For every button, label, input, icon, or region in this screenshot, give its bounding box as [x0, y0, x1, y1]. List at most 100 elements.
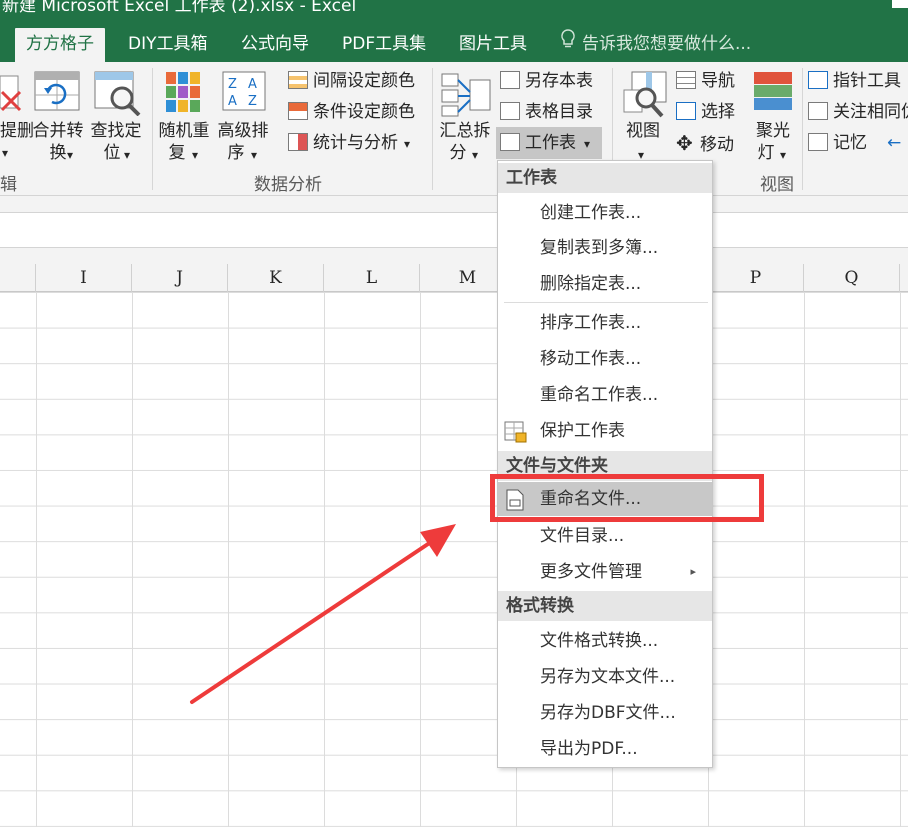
column-header-j[interactable]: J	[132, 264, 228, 292]
window-control[interactable]	[892, 0, 908, 8]
menu-item-move-sheets[interactable]: 移动工作表...	[498, 342, 712, 376]
group-divider	[432, 68, 433, 190]
formula-bar[interactable]	[0, 212, 908, 248]
tab-pdf-tools[interactable]: PDF工具集	[331, 28, 437, 62]
nav-grid-icon	[676, 71, 696, 89]
menu-item-format-convert[interactable]: 文件格式转换...	[498, 624, 712, 658]
menu-item-create-sheet[interactable]: 创建工作表...	[498, 196, 712, 230]
delete-button[interactable]: 提删	[0, 120, 34, 142]
chevron-down-icon: ▾	[404, 137, 411, 151]
worksheet-icon	[500, 133, 520, 151]
move-button[interactable]: ✥ 移动	[676, 132, 734, 156]
menu-item-delete-sheets[interactable]: 删除指定表...	[498, 267, 712, 301]
find-locate-label-2[interactable]: 位	[100, 142, 124, 164]
stats-analysis-button[interactable]: 统计与分析 ▾	[288, 132, 410, 155]
memory-button[interactable]: 记忆 ←	[808, 132, 901, 154]
summary-split-label-2[interactable]: 分	[446, 142, 470, 164]
move-arrows-icon: ✥	[676, 131, 693, 155]
chevron-down-icon[interactable]: ▾	[192, 144, 198, 166]
select-button[interactable]: 选择	[676, 101, 735, 123]
pointer-tool-label: 指针工具	[833, 71, 901, 91]
worksheet-button[interactable]: 工作表 ▾	[496, 127, 602, 159]
protect-sheet-label: 保护工作表	[540, 421, 625, 441]
menu-item-file-index[interactable]: 文件目录...	[498, 519, 712, 553]
group-divider	[802, 68, 803, 190]
chevron-down-icon[interactable]: ▾	[124, 144, 130, 166]
chevron-down-icon[interactable]: ▾	[67, 144, 73, 166]
table-index-icon	[500, 102, 520, 120]
data-group-label: 数据分析	[254, 175, 322, 195]
nav-button[interactable]: 导航	[676, 70, 735, 92]
cond-color-label: 条件设定颜色	[313, 102, 415, 122]
column-header-p[interactable]: P	[708, 264, 804, 292]
memory-label: 记忆	[833, 133, 867, 153]
related-button[interactable]: 关注相同仇	[808, 101, 908, 123]
interval-color-label: 间隔设定颜色	[313, 71, 415, 91]
spotlight-icon	[754, 72, 792, 110]
find-locate-label-1[interactable]: 查找定	[88, 120, 144, 142]
worksheet-grid[interactable]	[0, 292, 908, 827]
menu-item-copy-to-books[interactable]: 复制表到多簿...	[498, 231, 712, 265]
edit-group-label: 辑	[0, 175, 17, 195]
related-icon	[808, 102, 828, 120]
menu-section-worksheet: 工作表	[498, 163, 712, 193]
select-label: 选择	[701, 102, 735, 122]
menu-item-more-file-mgmt[interactable]: 更多文件管理 ▸	[498, 555, 712, 589]
menu-item-save-as-text[interactable]: 另存为文本文件...	[498, 660, 712, 694]
column-header-partial[interactable]	[0, 264, 36, 292]
tell-me-text: 告诉我您想要做什么...	[582, 34, 752, 54]
column-header-i[interactable]: I	[36, 264, 132, 292]
merge-convert-icon	[34, 71, 80, 111]
menu-item-save-as-dbf[interactable]: 另存为DBF文件...	[498, 696, 712, 730]
chevron-down-icon: ▾	[584, 137, 591, 151]
random-repeat-label-1[interactable]: 随机重	[156, 120, 212, 142]
title-bar: 新建 Microsoft Excel 工作表 (2).xlsx - Excel	[0, 0, 908, 22]
random-repeat-label-2[interactable]: 复	[165, 142, 189, 164]
view-button[interactable]: 视图	[620, 120, 666, 142]
save-as-sheet-button[interactable]: 另存本表	[500, 70, 593, 92]
select-cursor-icon	[676, 102, 696, 120]
related-label: 关注相同仇	[833, 102, 908, 122]
arrow-left-icon[interactable]: ←	[887, 133, 901, 153]
formula-gap	[0, 248, 908, 264]
advanced-sort-label-2[interactable]: 序	[224, 142, 248, 164]
menu-item-sort-sheets[interactable]: 排序工作表...	[498, 306, 712, 340]
spotlight-label-1[interactable]: 聚光	[750, 120, 796, 142]
advanced-sort-label-1[interactable]: 高级排	[214, 120, 272, 142]
svg-text:A: A	[248, 77, 257, 92]
chevron-down-icon[interactable]: ▾	[780, 144, 786, 166]
pointer-tool-button[interactable]: 指针工具	[808, 70, 901, 92]
nav-label: 导航	[701, 71, 735, 91]
menu-item-rename-sheets[interactable]: 重命名工作表...	[498, 378, 712, 412]
column-header-q[interactable]: Q	[804, 264, 900, 292]
tab-image-tools[interactable]: 图片工具	[448, 28, 538, 62]
random-repeat-icon	[166, 72, 200, 112]
tab-formula-wizard[interactable]: 公式向导	[230, 28, 320, 62]
cond-color-button[interactable]: 条件设定颜色	[288, 101, 415, 123]
menu-item-protect-sheet[interactable]: 保护工作表	[498, 414, 712, 448]
lightbulb-icon	[560, 28, 582, 60]
tab-diy-toolbox[interactable]: DIY工具箱	[117, 28, 219, 62]
group-divider	[152, 68, 153, 190]
cond-color-icon	[288, 102, 308, 120]
table-index-button[interactable]: 表格目录	[500, 101, 593, 123]
column-header-k[interactable]: K	[228, 264, 324, 292]
pointer-icon	[808, 71, 828, 89]
summary-split-label-1[interactable]: 汇总拆	[436, 120, 494, 142]
interval-color-button[interactable]: 间隔设定颜色	[288, 70, 415, 92]
svg-text:Z: Z	[248, 94, 257, 109]
table-index-label: 表格目录	[525, 102, 593, 122]
chevron-down-icon[interactable]: ▾	[251, 144, 257, 166]
view-icon	[623, 71, 667, 118]
chevron-down-icon[interactable]: ▾	[472, 144, 478, 166]
svg-text:A: A	[228, 94, 237, 109]
tab-fangfanggezi[interactable]: 方方格子	[15, 28, 105, 62]
svg-text:Z: Z	[228, 77, 237, 92]
delete-dropdown-arrow[interactable]: ▾	[2, 142, 8, 164]
menu-item-export-pdf[interactable]: 导出为PDF...	[498, 732, 712, 766]
spotlight-label-2[interactable]: 灯	[754, 142, 778, 164]
column-header-l[interactable]: L	[324, 264, 420, 292]
ribbon: 提删 ▾ 合并转 换 ▾ 查找定 位 ▾ 辑 随机重 复 ▾ ZA A Z 高级…	[0, 62, 908, 196]
tell-me-search[interactable]: 告诉我您想要做什么...	[560, 28, 751, 62]
merge-convert-label-1[interactable]: 合并转	[30, 120, 86, 142]
